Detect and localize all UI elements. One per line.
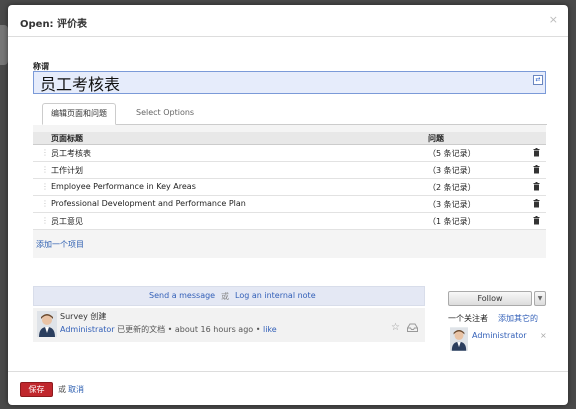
- row-title: Employee Performance in Key Areas: [51, 182, 196, 191]
- trash-icon[interactable]: [533, 165, 540, 174]
- star-icon[interactable]: ☆: [391, 322, 400, 333]
- trash-icon[interactable]: [533, 148, 540, 157]
- close-icon[interactable]: ×: [549, 13, 558, 26]
- message-meta: Administrator 已更新的文档 • about 16 hours ag…: [60, 325, 277, 334]
- remove-follower-close-icon[interactable]: ×: [540, 331, 547, 340]
- add-item-link[interactable]: 添加一个项目: [36, 239, 84, 250]
- follower-count: 一个关注者: [448, 314, 488, 323]
- pages-table: 页面标题 问题 ⋮ 员工考核表 （5 条记录） ⋮ 工作计划 （3 条记录） ⋮…: [33, 125, 546, 258]
- table-row[interactable]: ⋮ Employee Performance in Key Areas （2 条…: [33, 179, 546, 196]
- drag-handle-icon[interactable]: ⋮: [41, 182, 49, 191]
- dialog-header: Open: 评价表 ×: [8, 5, 568, 37]
- row-title: Professional Development and Performance…: [51, 199, 246, 208]
- column-header-page-title[interactable]: 页面标题: [51, 133, 83, 144]
- tab-bar: 编辑页面和问题 Select Options: [42, 103, 547, 125]
- table-row[interactable]: ⋮ 员工意见 （1 条记录）: [33, 213, 546, 230]
- save-button[interactable]: 保存: [20, 382, 53, 397]
- row-question-count: （5 条记录）: [428, 149, 476, 158]
- message-time: about 16 hours ago: [174, 325, 254, 334]
- dialog-footer: 保存 或 取消: [8, 371, 568, 405]
- row-title: 员工考核表: [51, 149, 91, 158]
- chatter-panel: Send a message 或 Log an internal note Su…: [33, 286, 425, 344]
- row-question-count: （3 条记录）: [428, 200, 476, 209]
- or-separator: 或: [58, 385, 66, 394]
- trash-icon[interactable]: [533, 182, 540, 191]
- drag-handle-icon[interactable]: ⋮: [41, 148, 49, 157]
- table-body: ⋮ 员工考核表 （5 条记录） ⋮ 工作计划 （3 条记录） ⋮ Employe…: [33, 145, 546, 230]
- row-question-count: （2 条记录）: [428, 183, 476, 192]
- table-row[interactable]: ⋮ Professional Development and Performan…: [33, 196, 546, 213]
- row-title: 工作计划: [51, 166, 83, 175]
- tab-select-options[interactable]: Select Options: [128, 103, 202, 125]
- message-action: 已更新的文档: [117, 325, 166, 334]
- table-row[interactable]: ⋮ 员工考核表 （5 条记录）: [33, 145, 546, 162]
- open-record-dialog: Open: 评价表 × 称谓 ⇄ 编辑页面和问题 Select Options …: [8, 5, 568, 405]
- row-question-count: （1 条记录）: [428, 217, 476, 226]
- drag-handle-icon[interactable]: ⋮: [41, 216, 49, 225]
- avatar: [37, 311, 57, 337]
- follow-dropdown-chevron-down-icon[interactable]: ▼: [534, 291, 546, 306]
- avatar: [450, 327, 468, 351]
- drag-handle-icon[interactable]: ⋮: [41, 165, 49, 174]
- inbox-icon[interactable]: [407, 323, 418, 332]
- translate-icon[interactable]: ⇄: [533, 75, 543, 85]
- column-header-questions[interactable]: 问题: [428, 133, 444, 144]
- chatter-message: Survey 创建 Administrator 已更新的文档 • about 1…: [33, 308, 425, 342]
- row-question-count: （3 条记录）: [428, 166, 476, 175]
- trash-icon[interactable]: [533, 216, 540, 225]
- message-subject: Survey 创建: [60, 312, 107, 321]
- chatter-compose-bar: Send a message 或 Log an internal note: [33, 286, 425, 306]
- cancel-link[interactable]: 取消: [68, 384, 84, 395]
- trash-icon[interactable]: [533, 199, 540, 208]
- follower-name-link[interactable]: Administrator: [472, 331, 527, 340]
- follow-button[interactable]: Follow: [448, 291, 532, 306]
- background-fragment: [0, 25, 8, 65]
- drag-handle-icon[interactable]: ⋮: [41, 199, 49, 208]
- or-separator: 或: [221, 292, 229, 301]
- message-author-link[interactable]: Administrator: [60, 325, 115, 334]
- table-header: 页面标题 问题: [33, 132, 546, 145]
- dialog-title: Open: 评价表: [20, 19, 88, 30]
- tab-edit-pages[interactable]: 编辑页面和问题: [42, 103, 116, 125]
- log-note-link[interactable]: Log an internal note: [235, 291, 316, 300]
- row-title: 员工意见: [51, 217, 83, 226]
- add-follower-link[interactable]: 添加其它的: [498, 313, 538, 324]
- name-field[interactable]: [33, 71, 546, 94]
- send-message-link[interactable]: Send a message: [149, 291, 215, 300]
- like-link[interactable]: like: [263, 325, 277, 334]
- table-row[interactable]: ⋮ 工作计划 （3 条记录）: [33, 162, 546, 179]
